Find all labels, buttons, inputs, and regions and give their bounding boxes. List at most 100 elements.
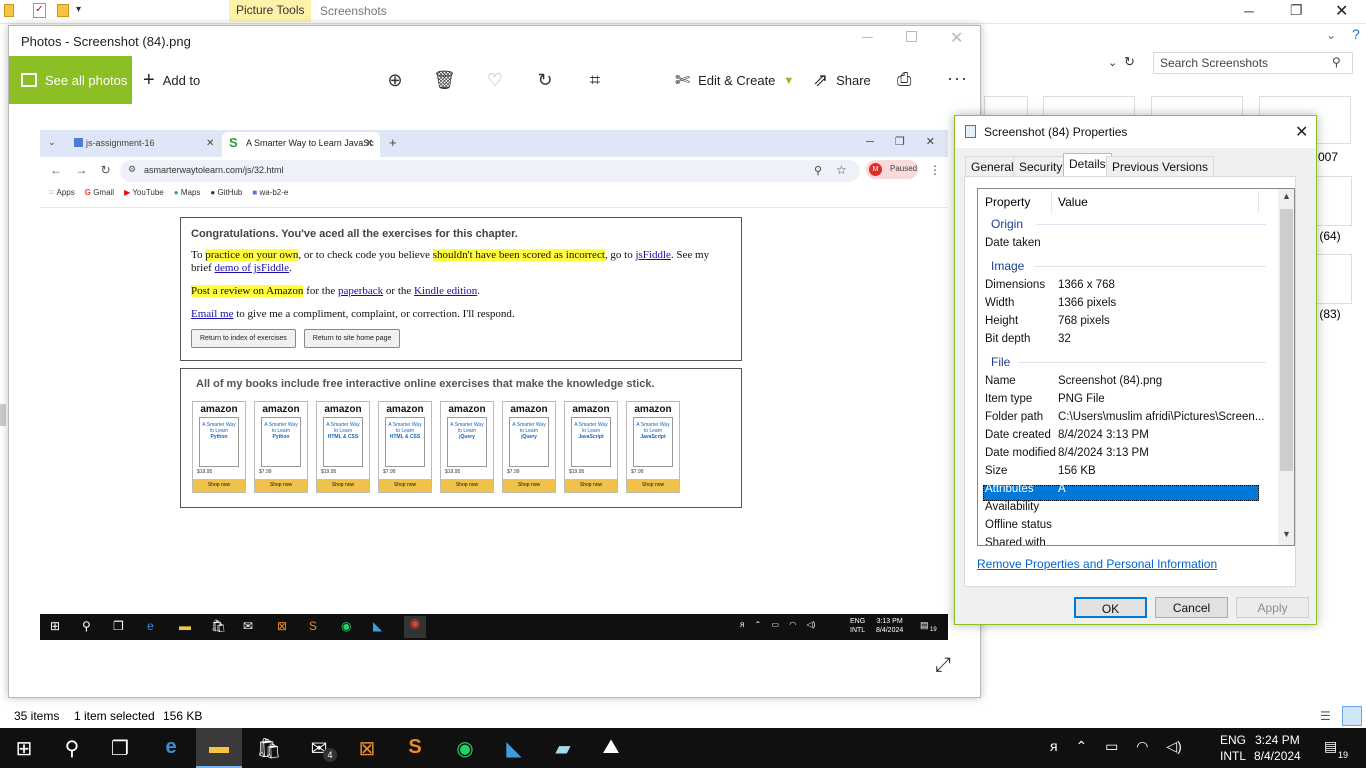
folder-icon[interactable] (4, 4, 14, 17)
property-label[interactable]: Attributes (985, 483, 1034, 495)
more-options-icon[interactable]: ··· (947, 68, 968, 89)
refresh-icon[interactable]: ↻ (1124, 54, 1140, 72)
property-label[interactable]: Folder path (985, 411, 1043, 423)
file-explorer-icon: ▬ (179, 619, 191, 633)
add-to-button[interactable]: + Add to (143, 56, 200, 104)
property-value[interactable]: 1366 x 768 (1058, 279, 1115, 291)
vscode-icon[interactable]: ◣ (500, 736, 528, 761)
property-label[interactable]: Date created (985, 429, 1051, 441)
details-view-icon[interactable]: ☰ (1320, 709, 1336, 723)
property-label[interactable]: Width (985, 297, 1014, 309)
property-value[interactable]: 8/4/2024 3:13 PM (1058, 429, 1149, 441)
file-label[interactable]: 007 (1318, 150, 1338, 164)
scrollbar-thumb[interactable] (1280, 209, 1293, 471)
share-button[interactable]: ⇗ Share (813, 70, 871, 91)
photos-app-icon[interactable]: ⛰ (597, 736, 625, 759)
property-value[interactable]: A (1058, 483, 1066, 495)
notification-center-icon[interactable]: ▤ (1324, 738, 1337, 755)
search-icon[interactable]: ⚲ (1332, 55, 1341, 69)
remove-properties-link[interactable]: Remove Properties and Personal Informati… (977, 557, 1217, 571)
expand-fullscreen-icon[interactable]: ⤢ (935, 654, 951, 677)
property-value[interactable]: 156 KB (1058, 465, 1096, 477)
property-value[interactable]: 1366 pixels (1058, 297, 1116, 309)
file-thumbnail[interactable] (1316, 176, 1352, 226)
file-explorer-taskbar-button[interactable]: ▬ (196, 728, 242, 768)
edit-create-button[interactable]: ✄ Edit & Create ▼ (675, 70, 794, 91)
whatsapp-icon[interactable]: ◉ (451, 736, 479, 761)
tab-previous-versions[interactable]: Previous Versions (1106, 156, 1215, 176)
properties-list[interactable]: Property Value Origin Date taken Image D… (977, 188, 1295, 546)
file-thumbnail[interactable] (1316, 254, 1352, 304)
cancel-button[interactable]: Cancel (1155, 597, 1228, 618)
property-label[interactable]: Date taken (985, 237, 1041, 249)
quick-access-dropdown-icon[interactable]: ▾ (76, 4, 81, 15)
clock[interactable]: 3:24 PM 8/4/2024 (1254, 732, 1301, 764)
zoom-icon: ⚲ (814, 165, 823, 177)
see-all-photos-button[interactable]: See all photos (9, 56, 132, 104)
delete-icon[interactable]: 🗑 (433, 70, 456, 91)
scroll-down-icon[interactable]: ▼ (1282, 529, 1291, 539)
column-divider[interactable] (1051, 191, 1052, 213)
group-line (1034, 266, 1266, 267)
property-label[interactable]: Availability (985, 501, 1039, 513)
print-icon[interactable]: ⎙ (897, 69, 911, 90)
rotate-icon[interactable]: ↻ (534, 70, 556, 91)
minimize-icon[interactable]: ─ (862, 29, 873, 46)
property-label[interactable]: Item type (985, 393, 1032, 405)
column-header-value[interactable]: Value (1058, 195, 1088, 209)
tab-security[interactable]: Security (1013, 156, 1069, 176)
search-icon[interactable]: ⚲ (58, 736, 86, 761)
notepad-icon[interactable]: ▰ (549, 736, 577, 761)
search-input[interactable]: Search Screenshots (1153, 52, 1353, 74)
new-folder-icon[interactable] (57, 4, 69, 17)
edge-icon[interactable]: e (157, 736, 185, 759)
property-value[interactable]: PNG File (1058, 393, 1105, 405)
group-line (1036, 224, 1266, 225)
close-icon[interactable]: ✕ (1295, 122, 1308, 142)
large-icons-view-icon[interactable] (1342, 706, 1362, 726)
tab-general[interactable]: General (965, 156, 1020, 176)
property-value[interactable]: Screenshot (84).png (1058, 375, 1162, 387)
property-label[interactable]: Offline status (985, 519, 1052, 531)
property-value[interactable]: 768 pixels (1058, 315, 1110, 327)
book-price: $7.99 (507, 469, 520, 475)
sublime-text-icon[interactable]: S (401, 736, 429, 759)
windows-start-icon[interactable]: ⊞ (10, 736, 38, 761)
minimize-icon[interactable]: ─ (1244, 3, 1254, 19)
maximize-icon[interactable] (906, 31, 917, 42)
xampp-icon[interactable]: ⊠ (353, 736, 381, 761)
properties-checkmark-icon[interactable]: ✓ (33, 3, 46, 18)
property-label[interactable]: Shared with (985, 537, 1046, 545)
ok-button[interactable]: OK (1074, 597, 1147, 618)
column-divider[interactable] (1258, 191, 1259, 213)
crop-icon[interactable]: ⌗ (584, 70, 606, 91)
property-label[interactable]: Name (985, 375, 1016, 387)
tray-icons[interactable]: ᴙ ⌃ ▭ ◠ ◁) (1050, 738, 1182, 755)
close-icon[interactable]: ✕ (950, 28, 963, 48)
task-view-icon[interactable]: ❐ (106, 736, 134, 761)
language-indicator[interactable]: ENG INTL (1220, 732, 1246, 764)
close-icon[interactable]: ✕ (1335, 1, 1348, 21)
maximize-icon[interactable]: ❐ (1290, 2, 1303, 19)
property-label[interactable]: Size (985, 465, 1007, 477)
edit-create-label: Edit & Create (698, 73, 776, 88)
column-header-property[interactable]: Property (985, 195, 1030, 209)
tab-details[interactable]: Details (1063, 153, 1112, 177)
scroll-up-icon[interactable]: ▲ (1282, 191, 1291, 201)
property-label[interactable]: Date modified (985, 447, 1056, 459)
ribbon-expand-chevron-icon[interactable]: ⌄ (1326, 28, 1336, 42)
property-value[interactable]: 32 (1058, 333, 1071, 345)
property-label[interactable]: Height (985, 315, 1018, 327)
property-value[interactable]: C:\Users\muslim afridi\Pictures\Screen..… (1058, 411, 1264, 423)
property-label[interactable]: Dimensions (985, 279, 1045, 291)
browser-nav-icon: ← → ↻ (50, 163, 111, 177)
property-value[interactable]: 8/4/2024 3:13 PM (1058, 447, 1149, 459)
help-icon[interactable]: ? (1352, 26, 1360, 42)
picture-tools-tab[interactable]: Picture Tools (229, 0, 312, 22)
apply-button[interactable]: Apply (1236, 597, 1309, 618)
store-icon[interactable]: 🛍 (255, 736, 283, 761)
zoom-icon[interactable]: ⊕ (384, 70, 406, 91)
address-dropdown-icon[interactable]: ⌄ (1108, 56, 1117, 69)
property-label[interactable]: Bit depth (985, 333, 1030, 345)
favorite-heart-icon[interactable]: ♡ (484, 70, 506, 91)
